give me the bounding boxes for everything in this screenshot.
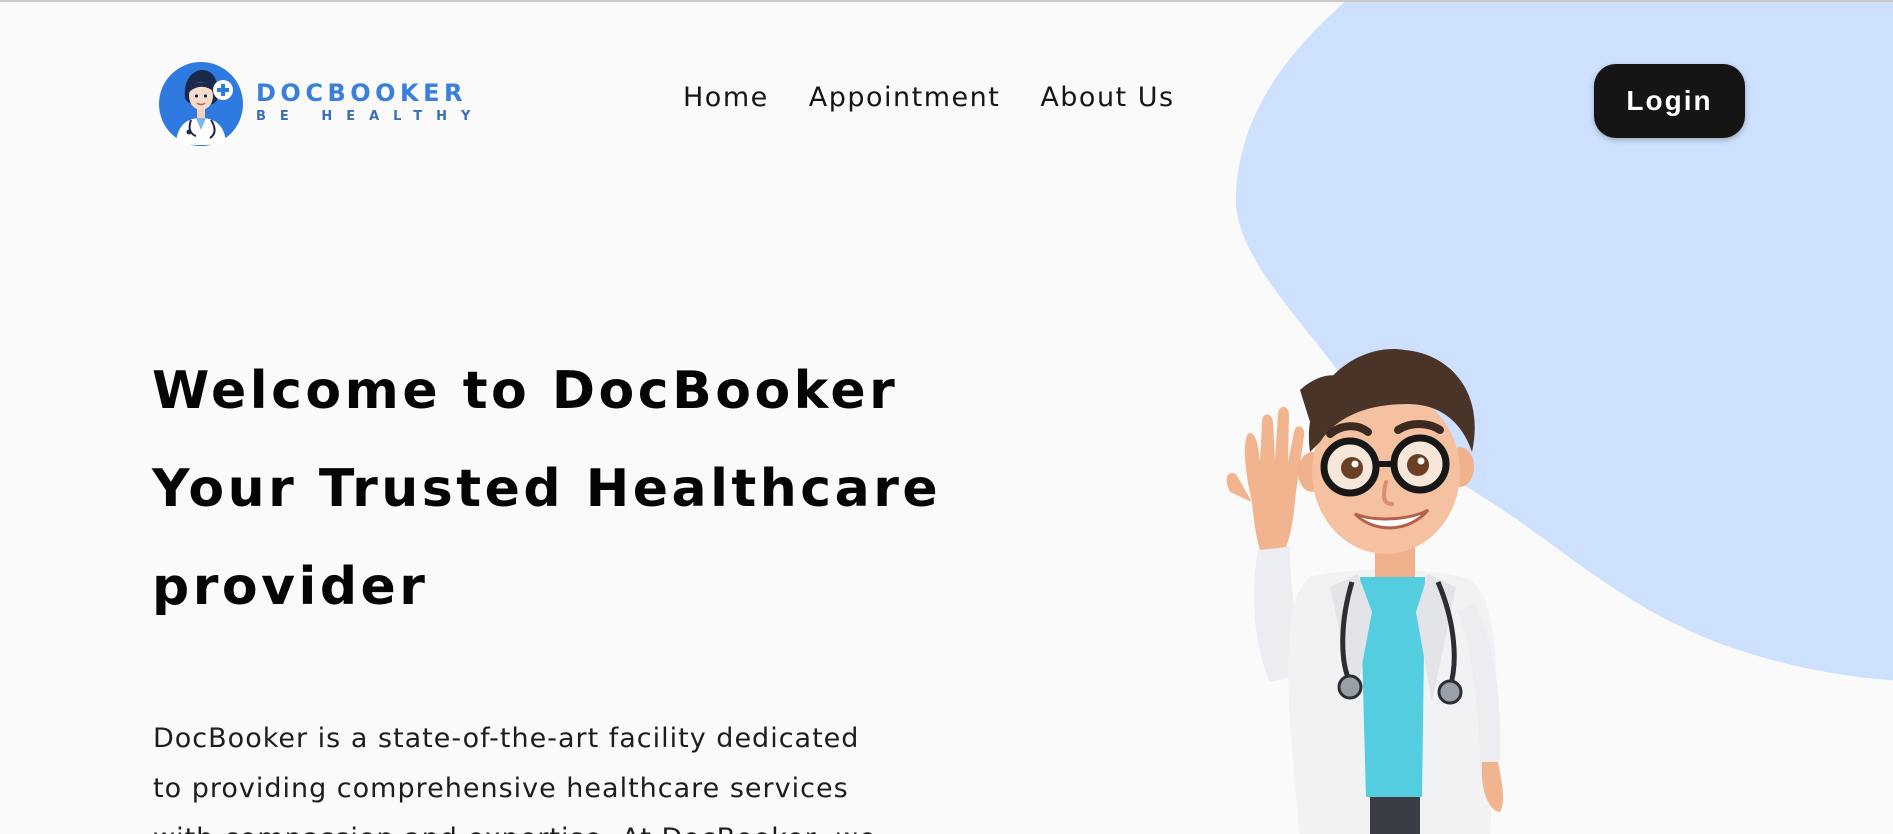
- landing-page: DOCBOOKER BE HEALTHY Home Appointment Ab…: [0, 0, 1893, 834]
- hero-description: DocBooker is a state-of-the-art facility…: [153, 714, 913, 834]
- nav-appointment[interactable]: Appointment: [809, 82, 1001, 113]
- hero-description-line: to providing comprehensive healthcare se…: [153, 773, 849, 804]
- hero-description-line: DocBooker is a state-of-the-art facility…: [153, 723, 860, 754]
- nav-home[interactable]: Home: [683, 82, 769, 113]
- login-button[interactable]: Login: [1594, 64, 1745, 138]
- doctor-avatar-icon: [159, 62, 243, 146]
- logo[interactable]: DOCBOOKER BE HEALTHY: [158, 58, 484, 148]
- logo-tagline: BE HEALTHY: [256, 109, 485, 124]
- hero-title-line: Welcome to DocBooker: [152, 361, 899, 421]
- hero-title-line: provider: [152, 557, 429, 617]
- hero-description-line: with compassion and expertise. At DocBoo…: [153, 814, 913, 834]
- waving-doctor-illustration: [1226, 348, 1504, 834]
- hero-title: Welcome to DocBooker Your Trusted Health…: [152, 342, 1012, 636]
- logo-name: DOCBOOKER: [256, 79, 468, 107]
- nav-about-us[interactable]: About Us: [1040, 82, 1174, 113]
- main-nav: Home Appointment About Us: [683, 82, 1175, 113]
- hero-title-line: Your Trusted Healthcare: [152, 459, 942, 519]
